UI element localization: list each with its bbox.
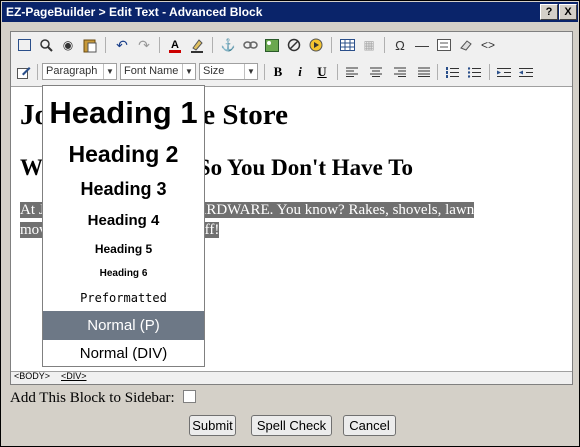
chevron-down-icon: ▼ [244, 64, 257, 79]
font-select-value: Font Name [124, 65, 179, 77]
chevron-down-icon: ▼ [103, 64, 116, 79]
paragraph-text-start: At J [20, 202, 45, 218]
format-option-heading-2[interactable]: Heading 2 [43, 137, 204, 171]
table-properties-icon[interactable]: ▦ [360, 36, 378, 54]
media-icon[interactable] [307, 36, 325, 54]
preview-icon[interactable] [37, 36, 55, 54]
align-left-icon[interactable] [343, 63, 361, 81]
format-option-normal-p[interactable]: Normal (P) [43, 311, 204, 340]
format-select-value: Paragraph [46, 65, 98, 77]
toolbar-separator [159, 37, 160, 53]
format-option-normal-div[interactable]: Normal (DIV) [43, 340, 204, 368]
special-char-icon[interactable]: Ω [391, 36, 409, 54]
underline-button[interactable]: U [313, 63, 331, 81]
link-icon[interactable] [241, 36, 259, 54]
table-icon[interactable] [338, 36, 356, 54]
toolbar-separator [331, 37, 332, 53]
paragraph-text-mid: ll HARDWARE. You know? Rakes, shovels, l… [172, 202, 475, 218]
paste-icon[interactable] [81, 36, 99, 54]
format-option-heading-3[interactable]: Heading 3 [43, 174, 204, 204]
align-center-icon[interactable] [367, 63, 385, 81]
outdent-icon[interactable] [517, 63, 535, 81]
format-select[interactable]: Paragraph ▼ [42, 63, 117, 80]
align-right-icon[interactable] [391, 63, 409, 81]
text-color-icon[interactable]: A [166, 36, 184, 54]
horizontal-rule-icon[interactable]: — [413, 36, 431, 54]
source-view-icon[interactable] [15, 36, 33, 54]
toolbar-separator [489, 64, 490, 80]
eraser-icon[interactable] [457, 36, 475, 54]
toolbar-separator [105, 37, 106, 53]
format-option-heading-4[interactable]: Heading 4 [43, 207, 204, 235]
toolbar-separator [437, 64, 438, 80]
flash-icon[interactable] [285, 36, 303, 54]
numbered-list-icon[interactable] [443, 63, 461, 81]
justify-icon[interactable] [415, 63, 433, 81]
highlight-color-icon[interactable] [188, 36, 206, 54]
edit-icon[interactable] [15, 63, 33, 81]
redo-icon[interactable]: ↷ [135, 36, 153, 54]
toolbar-separator [337, 64, 338, 80]
code-icon[interactable]: <> [479, 36, 497, 54]
format-option-preformatted[interactable]: Preformatted [43, 286, 204, 310]
toolbar-separator [264, 64, 265, 80]
sidebar-option-label: Add This Block to Sidebar: [10, 390, 175, 406]
spell-check-button[interactable]: Spell Check [251, 415, 332, 436]
format-option-heading-5[interactable]: Heading 5 [43, 237, 204, 261]
size-select-value: Size [203, 65, 225, 77]
add-to-sidebar-checkbox[interactable] [183, 390, 196, 403]
window-title: EZ-PageBuilder > Edit Text - Advanced Bl… [6, 5, 263, 19]
toolbar-separator [37, 64, 38, 80]
path-div-tag[interactable]: <DIV> [61, 371, 87, 381]
format-dropdown-menu: Heading 1 Heading 2 Heading 3 Heading 4 … [42, 85, 205, 367]
chevron-down-icon: ▼ [182, 64, 195, 79]
toolbar-row-2: Paragraph ▼ Font Name ▼ Size ▼ B i U [11, 59, 572, 85]
close-button[interactable]: X [559, 4, 577, 20]
bullet-list-icon[interactable] [465, 63, 483, 81]
size-select[interactable]: Size ▼ [199, 63, 258, 80]
format-option-heading-6[interactable]: Heading 6 [43, 262, 204, 286]
indent-icon[interactable] [495, 63, 513, 81]
undo-icon[interactable]: ↶ [113, 36, 131, 54]
path-body-tag[interactable]: <BODY> [14, 371, 50, 381]
cancel-button[interactable]: Cancel [343, 415, 396, 436]
bold-button[interactable]: B [269, 63, 287, 81]
image-icon[interactable] [263, 36, 281, 54]
editor-window: EZ-PageBuilder > Edit Text - Advanced Bl… [0, 0, 580, 447]
title-bar: EZ-PageBuilder > Edit Text - Advanced Bl… [2, 2, 578, 22]
format-option-heading-1[interactable]: Heading 1 [43, 92, 204, 134]
find-icon[interactable]: ◉ [59, 36, 77, 54]
help-button[interactable]: ? [540, 4, 558, 20]
font-select[interactable]: Font Name ▼ [120, 63, 196, 80]
svg-text:A: A [171, 39, 179, 51]
element-path-bar: <BODY> <DIV> [11, 370, 572, 383]
toolbar-row-1: ◉ ↶ ↷ A ⚓ ▦ Ω — <> [11, 32, 572, 58]
submit-button[interactable]: Submit [189, 415, 236, 436]
italic-button[interactable]: i [291, 63, 309, 81]
form-icon[interactable] [435, 36, 453, 54]
toolbar-separator [212, 37, 213, 53]
toolbar-separator [384, 37, 385, 53]
anchor-icon[interactable]: ⚓ [219, 36, 237, 54]
